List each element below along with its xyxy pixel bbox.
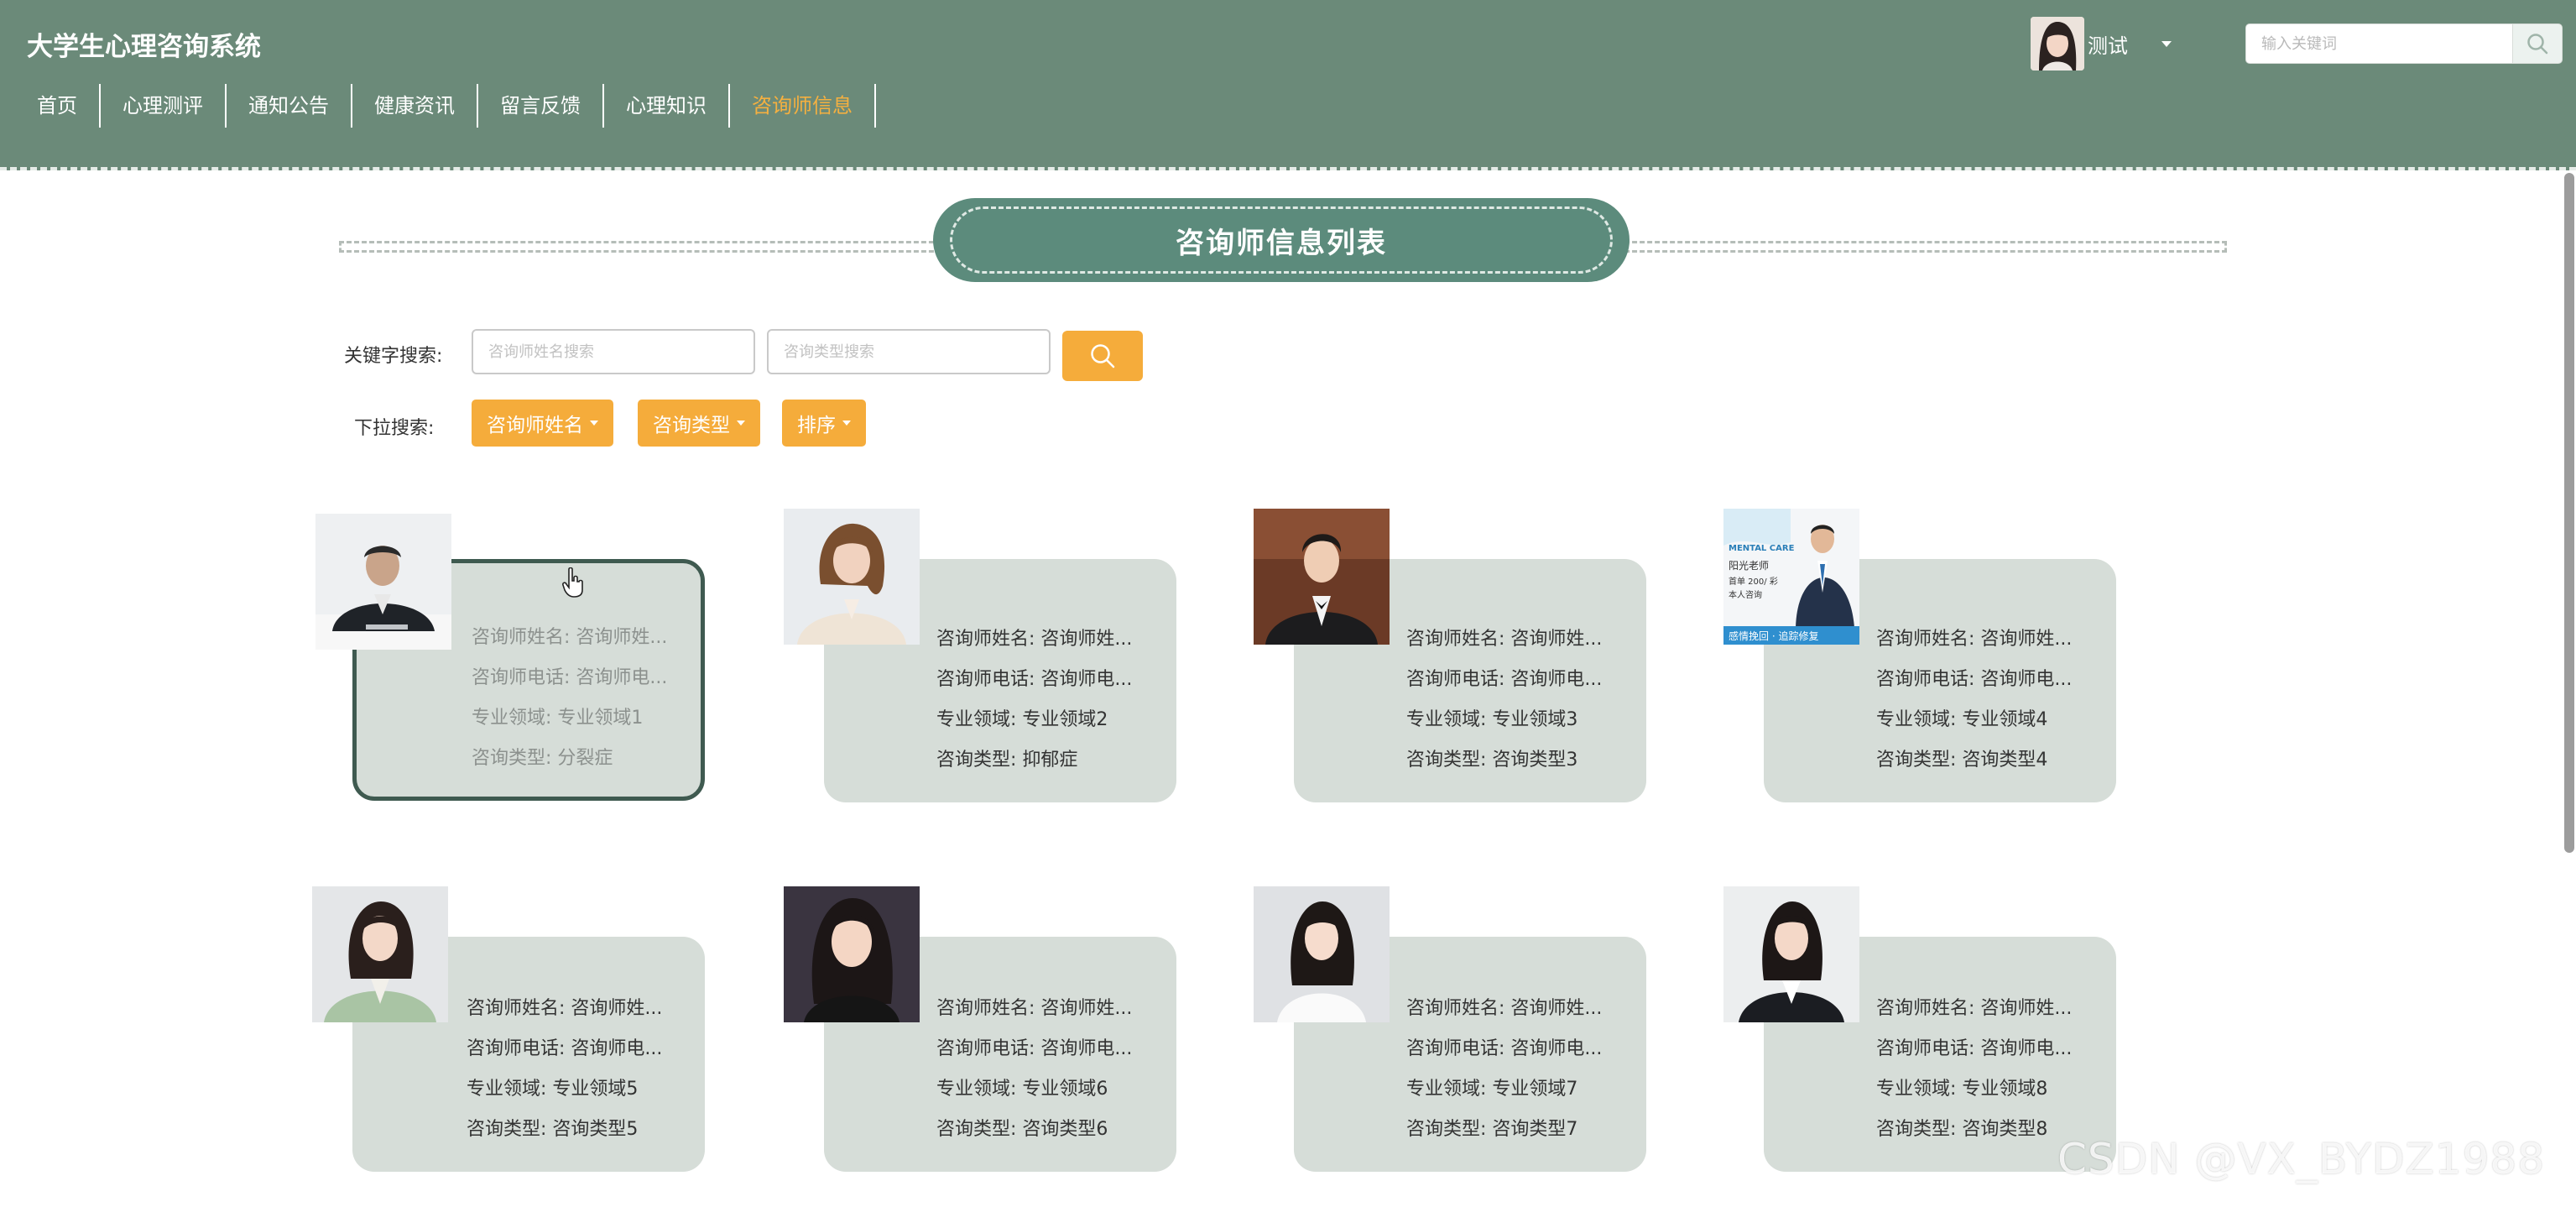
top-header: 大学生心理咨询系统 测试 首页 心理测评 通知公告 健康资讯 留言反馈 [0, 0, 2576, 170]
chevron-down-icon[interactable] [2161, 40, 2172, 47]
counselor-info: 咨询师姓名: 咨询师姓... 咨询师电话: 咨询师电... 专业领域: 专业领域… [467, 989, 662, 1150]
nav-item-health-news[interactable]: 健康资讯 [352, 84, 478, 128]
nav-item-counselors[interactable]: 咨询师信息 [730, 84, 876, 128]
counselor-name: 咨询师姓名: 咨询师姓... [1406, 998, 1603, 1019]
counselor-photo[interactable] [1254, 886, 1390, 1022]
counselor-phone: 咨询师电话: 咨询师电... [936, 1038, 1133, 1059]
consult-type-search-input[interactable] [767, 329, 1051, 374]
counselor-name-dropdown-label: 咨询师姓名 [487, 415, 583, 436]
counselor-phone: 咨询师电话: 咨询师电... [467, 1038, 663, 1059]
counselor-photo[interactable] [1723, 886, 1859, 1022]
counselor-type: 咨询类型: 咨询类型3 [1406, 750, 1578, 771]
counselor-name: 咨询师姓名: 咨询师姓... [467, 998, 663, 1019]
poster-name: 阳光老师 [1729, 560, 1769, 572]
counselor-type: 咨询类型: 咨询类型6 [936, 1119, 1108, 1140]
counselor-info: 咨询师姓名: 咨询师姓... 咨询师电话: 咨询师电... 专业领域: 专业领域… [936, 619, 1132, 781]
counselor-field: 专业领域: 专业领域8 [1876, 1079, 2048, 1100]
counselor-photo[interactable] [1254, 509, 1390, 645]
counselor-info: 咨询师姓名: 咨询师姓... 咨询师电话: 咨询师电... 专业领域: 专业领域… [1876, 619, 2072, 781]
header-search-button[interactable] [2512, 24, 2563, 64]
search-icon [2527, 34, 2548, 55]
counselor-field: 专业领域: 专业领域2 [936, 709, 1108, 730]
counselor-phone: 咨询师电话: 咨询师电... [1876, 669, 2073, 690]
counselor-field: 专业领域: 专业领域7 [1406, 1079, 1578, 1100]
header-search-input[interactable] [2245, 24, 2512, 64]
user-avatar[interactable] [2031, 17, 2084, 71]
consult-type-dropdown[interactable]: 咨询类型 [638, 400, 760, 447]
counselor-phone: 咨询师电话: 咨询师电... [1406, 1038, 1603, 1059]
counselor-type: 咨询类型: 咨询类型8 [1876, 1119, 2048, 1140]
poster-title: MENTAL CARE [1729, 544, 1795, 553]
dropdown-search-label: 下拉搜索: [354, 418, 435, 439]
caret-down-icon [842, 421, 851, 426]
counselor-info: 咨询师姓名: 咨询师姓... 咨询师电话: 咨询师电... 专业领域: 专业领域… [472, 618, 667, 779]
page-scrollbar[interactable] [2564, 173, 2574, 853]
user-menu[interactable]: 测试 [2031, 17, 2172, 71]
watermark: CSDN @VX_BYDZ1988 [2057, 1135, 2546, 1183]
user-name[interactable]: 测试 [2088, 29, 2128, 59]
counselor-field: 专业领域: 专业领域6 [936, 1079, 1108, 1100]
search-button[interactable] [1062, 331, 1143, 381]
counselor-photo[interactable] [315, 514, 451, 650]
counselor-name-dropdown[interactable]: 咨询师姓名 [472, 400, 613, 447]
caret-down-icon [590, 421, 598, 426]
section-title-banner: 咨询师信息列表 [933, 198, 1630, 282]
search-icon [1091, 344, 1115, 368]
caret-down-icon [737, 421, 745, 426]
counselor-phone: 咨询师电话: 咨询师电... [1876, 1038, 2073, 1059]
nav-item-feedback[interactable]: 留言反馈 [478, 84, 604, 128]
sort-dropdown-label: 排序 [797, 415, 836, 436]
counselor-name: 咨询师姓名: 咨询师姓... [1406, 629, 1603, 650]
counselor-type: 咨询类型: 咨询类型7 [1406, 1119, 1578, 1140]
nav-item-assessment[interactable]: 心理测评 [101, 84, 227, 128]
counselor-name-search-input[interactable] [472, 329, 755, 374]
counselor-photo[interactable] [784, 886, 920, 1022]
counselor-field: 专业领域: 专业领域4 [1876, 709, 2048, 730]
counselor-field: 专业领域: 专业领域5 [467, 1079, 639, 1100]
counselor-info: 咨询师姓名: 咨询师姓... 咨询师电话: 咨询师电... 专业领域: 专业领域… [1406, 619, 1602, 781]
counselor-name: 咨询师姓名: 咨询师姓... [936, 629, 1133, 650]
counselor-photo[interactable] [784, 509, 920, 645]
poster-price: 首单 200/ 彩 [1729, 576, 1778, 587]
counselor-phone: 咨询师电话: 咨询师电... [1406, 669, 1603, 690]
main-nav: 首页 心理测评 通知公告 健康资讯 留言反馈 心理知识 咨询师信息 [15, 84, 876, 128]
nav-item-knowledge[interactable]: 心理知识 [604, 84, 730, 128]
poster-note: 本人咨询 [1729, 589, 1762, 600]
site-title: 大学生心理咨询系统 [27, 32, 261, 62]
consult-type-dropdown-label: 咨询类型 [653, 415, 730, 436]
counselor-name: 咨询师姓名: 咨询师姓... [936, 998, 1133, 1019]
counselor-photo[interactable]: MENTAL CARE 阳光老师 首单 200/ 彩 本人咨询 感情挽回 · 追… [1723, 509, 1859, 645]
counselor-info: 咨询师姓名: 咨询师姓... 咨询师电话: 咨询师电... 专业领域: 专业领域… [936, 989, 1132, 1150]
counselor-phone: 咨询师电话: 咨询师电... [936, 669, 1133, 690]
counselor-type: 咨询类型: 咨询类型4 [1876, 750, 2048, 771]
counselor-photo[interactable] [312, 886, 448, 1022]
counselor-info: 咨询师姓名: 咨询师姓... 咨询师电话: 咨询师电... 专业领域: 专业领域… [1876, 989, 2072, 1150]
nav-item-notices[interactable]: 通知公告 [227, 84, 352, 128]
counselor-type: 咨询类型: 分裂症 [472, 748, 613, 769]
header-search [2245, 24, 2563, 64]
nav-item-home[interactable]: 首页 [15, 84, 101, 128]
counselor-field: 专业领域: 专业领域3 [1406, 709, 1578, 730]
counselor-phone: 咨询师电话: 咨询师电... [472, 667, 668, 688]
poster-banner: 感情挽回 · 追踪修复 [1729, 630, 1818, 642]
counselor-type: 咨询类型: 抑郁症 [936, 750, 1078, 771]
hand-cursor-icon [562, 567, 586, 601]
counselor-name: 咨询师姓名: 咨询师姓... [1876, 998, 2073, 1019]
section-title: 咨询师信息列表 [1176, 226, 1387, 260]
counselor-field: 专业领域: 专业领域1 [472, 708, 644, 729]
counselor-name: 咨询师姓名: 咨询师姓... [472, 627, 668, 648]
counselor-name: 咨询师姓名: 咨询师姓... [1876, 629, 2073, 650]
counselor-type: 咨询类型: 咨询类型5 [467, 1119, 639, 1140]
keyword-search-label: 关键字搜索: [344, 346, 443, 367]
sort-dropdown[interactable]: 排序 [782, 400, 866, 447]
counselor-info: 咨询师姓名: 咨询师姓... 咨询师电话: 咨询师电... 专业领域: 专业领域… [1406, 989, 1602, 1150]
